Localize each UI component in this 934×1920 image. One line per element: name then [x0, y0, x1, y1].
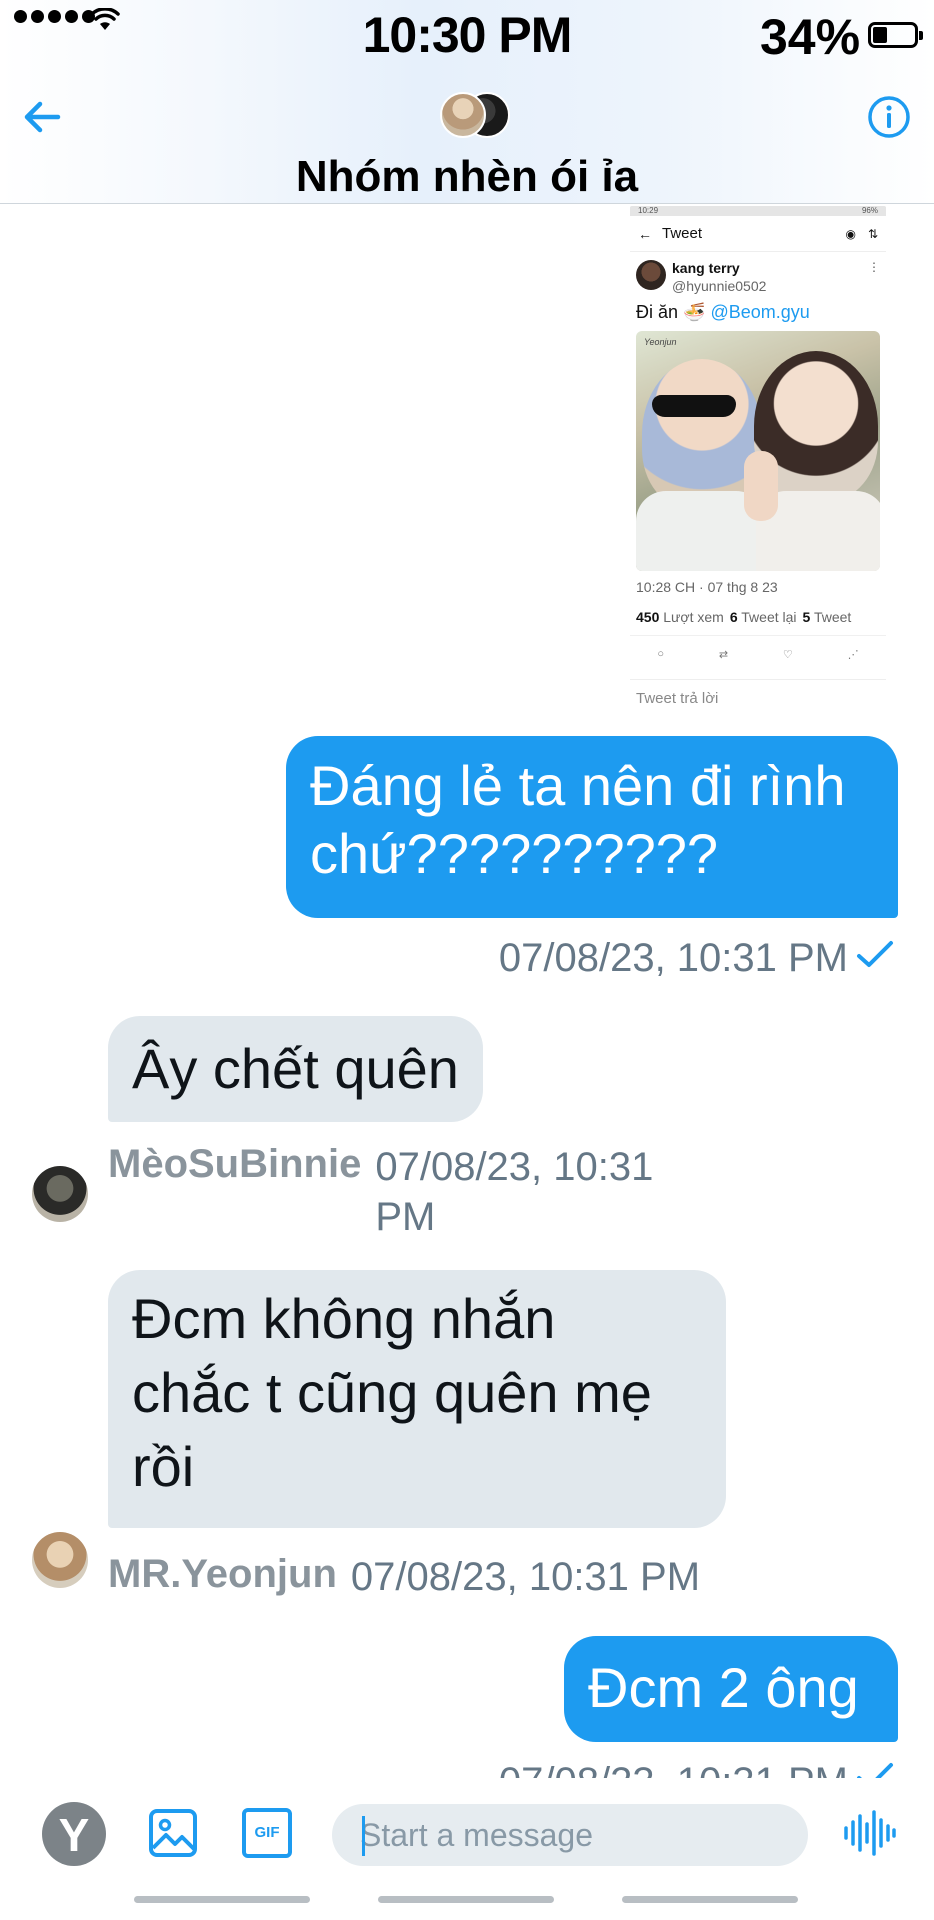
group-avatar[interactable] — [440, 92, 510, 138]
top-bar: 10:30 PM 34% Nhóm nhèn ói ỉa — [0, 0, 934, 204]
like-icon: ♡ — [782, 649, 793, 661]
tweet-actions: ○ ⇄ ♡ ⋰ — [630, 635, 886, 661]
tweet-screenshot-image[interactable]: 10:29 96% ← Tweet ◉ ⇅ kang terry @hyunnie… — [630, 206, 886, 728]
message-text: Ây chết quên — [132, 1037, 459, 1100]
share-icon: ⋰ — [847, 649, 859, 661]
message-sender-row: MR.Yeonjun 07/08/23, 10:31 PM — [108, 1552, 700, 1602]
tweet-mention: @Beom.gyu — [710, 302, 810, 322]
photo-watermark: Yeonjun — [644, 337, 677, 347]
image-icon[interactable] — [148, 1808, 198, 1858]
message-timestamp: 07/08/23, 10:31 PM — [350, 1555, 701, 1599]
tweet-photo: Yeonjun — [636, 331, 880, 571]
sort-icon: ⇅ — [867, 226, 878, 241]
screenshot-nav: ← Tweet ◉ ⇅ — [630, 216, 886, 252]
views-label: Lượt xem — [663, 609, 724, 625]
retweets-count: 6 — [729, 609, 738, 625]
message-bubble-incoming[interactable]: Ây chết quên — [108, 1016, 483, 1122]
screenshot-status-bar: 10:29 96% — [630, 206, 886, 216]
retweet-icon: ⇄ — [718, 649, 729, 661]
message-composer: Y GIF — [0, 1778, 934, 1920]
more-icon: ⋮ — [868, 260, 880, 274]
avatar — [440, 92, 486, 138]
message-sender-row: MèoSuBinnie 07/08/23, 10:31 PM — [108, 1142, 653, 1242]
sender-name: MèoSuBinnie — [108, 1142, 362, 1186]
timestamp-line: PM — [375, 1195, 436, 1239]
home-indicators — [0, 1896, 934, 1906]
message-timestamp: 07/08/23, 10:31 PM — [498, 936, 848, 980]
tweet-stats: 450 Lượt xem 6 Tweet lại 5 Tweet — [630, 595, 886, 625]
yandex-keyboard-button[interactable]: Y — [42, 1802, 106, 1866]
tweet-text: Đi ăn 🍜 @Beom.gyu — [630, 294, 886, 327]
timestamp-line: 07/08/23, 10:31 — [375, 1145, 654, 1189]
message-input[interactable] — [332, 1804, 808, 1866]
quotes-count: 5 — [802, 609, 811, 625]
voice-icon[interactable] — [842, 1808, 896, 1858]
tweet-author-name: kang terry — [672, 260, 740, 276]
quotes-label: Tweet — [813, 609, 852, 625]
message-line: rồi — [132, 1435, 195, 1498]
battery-icon — [868, 22, 923, 48]
avatar[interactable] — [32, 1166, 88, 1222]
views-count: 450 — [636, 609, 660, 625]
screenshot-back-icon: ← — [638, 225, 652, 242]
gif-icon[interactable]: GIF — [242, 1808, 292, 1858]
sender-name: MR.Yeonjun — [108, 1552, 337, 1596]
info-icon[interactable] — [866, 94, 912, 140]
message-text: Đcm 2 ông — [588, 1656, 859, 1719]
message-bubble-outgoing[interactable]: Đcm 2 ông — [564, 1636, 898, 1742]
tweet-text-body: Đi ăn 🍜 — [636, 302, 711, 322]
message-line: chứ?????????? — [310, 822, 719, 885]
reply-icon: ○ — [657, 648, 665, 660]
message-line: chắc t cũng quên mẹ — [132, 1361, 652, 1424]
retweets-label: Tweet lại — [741, 609, 797, 625]
message-timestamp: 07/08/23, 10:31 PM — [375, 1142, 653, 1242]
sent-check-icon — [857, 941, 893, 967]
back-arrow-icon[interactable] — [18, 92, 68, 142]
tweet-reply-field: Tweet trả lời — [630, 679, 886, 717]
conversation-title[interactable]: Nhóm nhèn ói ỉa — [0, 152, 934, 202]
avatar[interactable] — [32, 1532, 88, 1588]
camera-icon: ◉ — [845, 226, 856, 241]
message-bubble-incoming[interactable]: Đcm không nhắn chắc t cũng quên mẹ rồi — [108, 1270, 726, 1528]
tweet-author: kang terry @hyunnie0502 ⋮ — [630, 252, 886, 294]
tweet-author-avatar — [636, 260, 666, 290]
tweet-author-handle: @hyunnie0502 — [672, 278, 767, 294]
text-caret — [362, 1816, 365, 1856]
message-line: Đcm không nhắn — [132, 1287, 556, 1350]
message-line: Đáng lẻ ta nên đi rình — [310, 754, 846, 817]
battery-percent: 34% — [760, 9, 861, 65]
tweet-timestamp: 10:28 CH · 07 thg 8 23 — [636, 579, 778, 595]
message-bubble-outgoing[interactable]: Đáng lẻ ta nên đi rình chứ?????????? — [286, 736, 898, 918]
screenshot-nav-title: Tweet — [662, 225, 703, 242]
